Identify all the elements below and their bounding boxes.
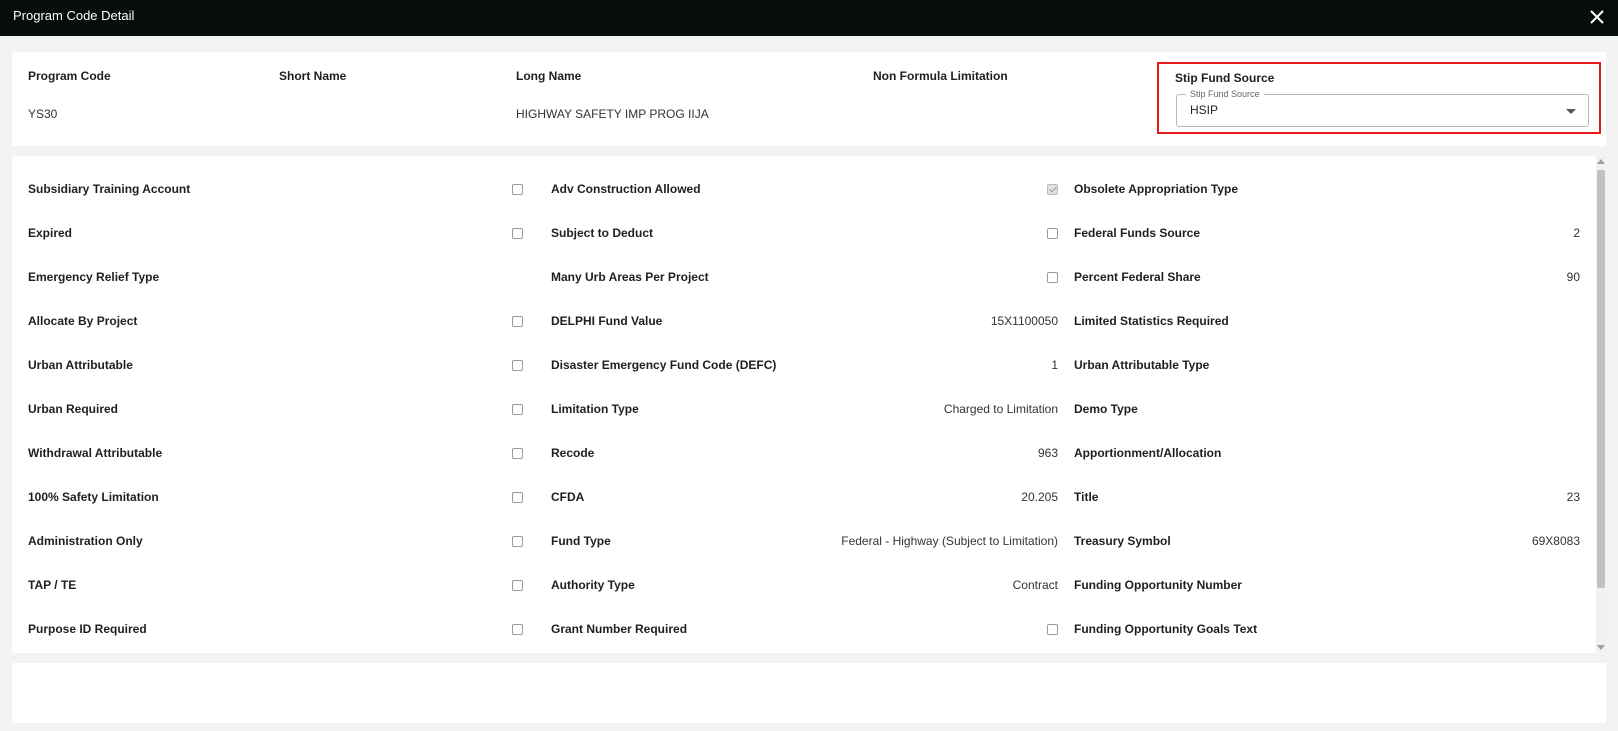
attribute-value: Contract <box>1012 578 1058 592</box>
checkbox[interactable] <box>512 228 523 239</box>
attribute-label: Funding Opportunity Goals Text <box>1074 622 1258 636</box>
attribute-row: Subsidiary Training Account Adv Construct… <box>12 179 1594 199</box>
attribute-value: 963 <box>1037 446 1058 460</box>
checkbox[interactable] <box>512 360 523 371</box>
non-formula-limitation-label: Non Formula Limitation <box>873 69 1008 83</box>
checkbox[interactable] <box>1047 228 1058 239</box>
attribute-row: Allocate By Project DELPHI Fund Value 15X1… <box>12 311 1594 331</box>
attribute-value: 15X1100050 <box>990 314 1058 328</box>
dropdown-arrow-icon[interactable] <box>1566 109 1576 114</box>
checkbox[interactable] <box>512 184 523 195</box>
checkbox[interactable] <box>512 404 523 415</box>
attribute-label: Limited Statistics Required <box>1074 314 1229 328</box>
attribute-label: Percent Federal Share <box>1074 270 1201 284</box>
program-code-value: YS30 <box>28 107 58 121</box>
attribute-row: 100% Safety Limitation CFDA 20.205 Title 23 <box>12 487 1594 507</box>
attribute-label: Purpose ID Required <box>28 622 147 636</box>
attribute-row: Administration Only Fund Type Federal - Hi… <box>12 531 1594 551</box>
attribute-label: Fund Type <box>551 534 611 548</box>
attribute-label: Expired <box>28 226 73 240</box>
attribute-value: Charged to Limitation <box>943 402 1058 416</box>
short-name-label: Short Name <box>279 69 347 83</box>
attribute-label: Withdrawal Attributable <box>28 446 163 460</box>
attribute-row: TAP / TE Authority Type Contract Funding Op… <box>12 575 1594 595</box>
attribute-label: TAP / TE <box>28 578 77 592</box>
checkbox[interactable] <box>512 580 523 591</box>
checkbox[interactable] <box>1047 624 1058 635</box>
stip-fund-source-select[interactable]: Stip Fund Source HSIP <box>1176 89 1589 127</box>
attribute-label: Emergency Relief Type <box>28 270 160 284</box>
stip-fund-source-label: Stip Fund Source <box>1175 71 1275 85</box>
attribute-value: Federal - Highway (Subject to Limitation… <box>841 534 1058 548</box>
checkbox[interactable] <box>512 492 523 503</box>
attribute-label: 100% Safety Limitation <box>28 490 159 504</box>
attribute-row: Expired Subject to Deduct Federal Funds So… <box>12 223 1594 243</box>
attribute-label: Apportionment/Allocation <box>1074 446 1222 460</box>
stip-fund-source-highlight: Stip Fund Source Stip Fund Source HSIP <box>1157 62 1601 134</box>
attribute-label: Many Urb Areas Per Project <box>551 270 709 284</box>
attribute-label: CFDA <box>551 490 585 504</box>
program-code-label: Program Code <box>28 69 111 83</box>
attribute-label: Recode <box>551 446 595 460</box>
attribute-label: Demo Type <box>1074 402 1138 416</box>
attribute-value: 1 <box>1051 358 1058 372</box>
attribute-value: 23 <box>1566 490 1580 504</box>
checkbox[interactable] <box>512 536 523 547</box>
attribute-label: Funding Opportunity Number <box>1074 578 1242 592</box>
attribute-value: 20.205 <box>1021 490 1058 504</box>
attribute-row: Purpose ID Required Grant Number Required… <box>12 619 1594 639</box>
checkbox[interactable] <box>1047 272 1058 283</box>
checkbox[interactable] <box>512 448 523 459</box>
attribute-value: 90 <box>1566 270 1580 284</box>
attribute-row: Urban Attributable Disaster Emergency Fun… <box>12 355 1594 375</box>
attribute-label: Treasury Symbol <box>1074 534 1171 548</box>
attribute-label: Authority Type <box>551 578 635 592</box>
attribute-row: Emergency Relief Type Many Urb Areas Per … <box>12 267 1594 287</box>
checkbox-checked[interactable] <box>1047 184 1058 195</box>
vertical-scrollbar[interactable] <box>1596 156 1606 653</box>
window-title: Program Code Detail <box>13 8 135 23</box>
attribute-label: Subject to Deduct <box>551 226 654 240</box>
attribute-label: Title <box>1074 490 1099 504</box>
attribute-value: 2 <box>1573 226 1580 240</box>
attribute-label: Obsolete Appropriation Type <box>1074 182 1239 196</box>
attribute-label: Allocate By Project <box>28 314 138 328</box>
attribute-row: Urban Required Limitation Type Charged to … <box>12 399 1594 419</box>
attribute-label: Administration Only <box>28 534 143 548</box>
scroll-down-icon[interactable] <box>1597 645 1605 650</box>
attribute-label: Grant Number Required <box>551 622 688 636</box>
checkbox[interactable] <box>512 316 523 327</box>
attribute-value: 69X8083 <box>1531 534 1580 548</box>
stip-fund-source-value: HSIP <box>1190 103 1219 117</box>
scroll-up-icon[interactable] <box>1597 159 1605 164</box>
attribute-label: Disaster Emergency Fund Code (DEFC) <box>551 358 777 372</box>
title-bar: Program Code Detail <box>0 0 1618 36</box>
long-name-value: HIGHWAY SAFETY IMP PROG IIJA <box>516 107 709 121</box>
attribute-label: Urban Required <box>28 402 119 416</box>
long-name-label: Long Name <box>516 69 582 83</box>
attribute-label: Urban Attributable <box>28 358 133 372</box>
attribute-label: Limitation Type <box>551 402 639 416</box>
attribute-label: DELPHI Fund Value <box>551 314 663 328</box>
attribute-label: Federal Funds Source <box>1074 226 1201 240</box>
attribute-label: Subsidiary Training Account <box>28 182 191 196</box>
checkbox[interactable] <box>512 624 523 635</box>
attribute-row: Withdrawal Attributable Recode 963 Apportio… <box>12 443 1594 463</box>
close-icon[interactable] <box>1586 6 1608 28</box>
program-code-attributes: Subsidiary Training Account Adv Construct… <box>12 156 1606 653</box>
attribute-label: Urban Attributable Type <box>1074 358 1210 372</box>
stip-fund-source-field-label: Stip Fund Source <box>1186 89 1264 100</box>
scrollbar-thumb[interactable] <box>1597 170 1605 588</box>
attribute-label: Adv Construction Allowed <box>551 182 701 196</box>
footer-panel <box>12 663 1606 723</box>
